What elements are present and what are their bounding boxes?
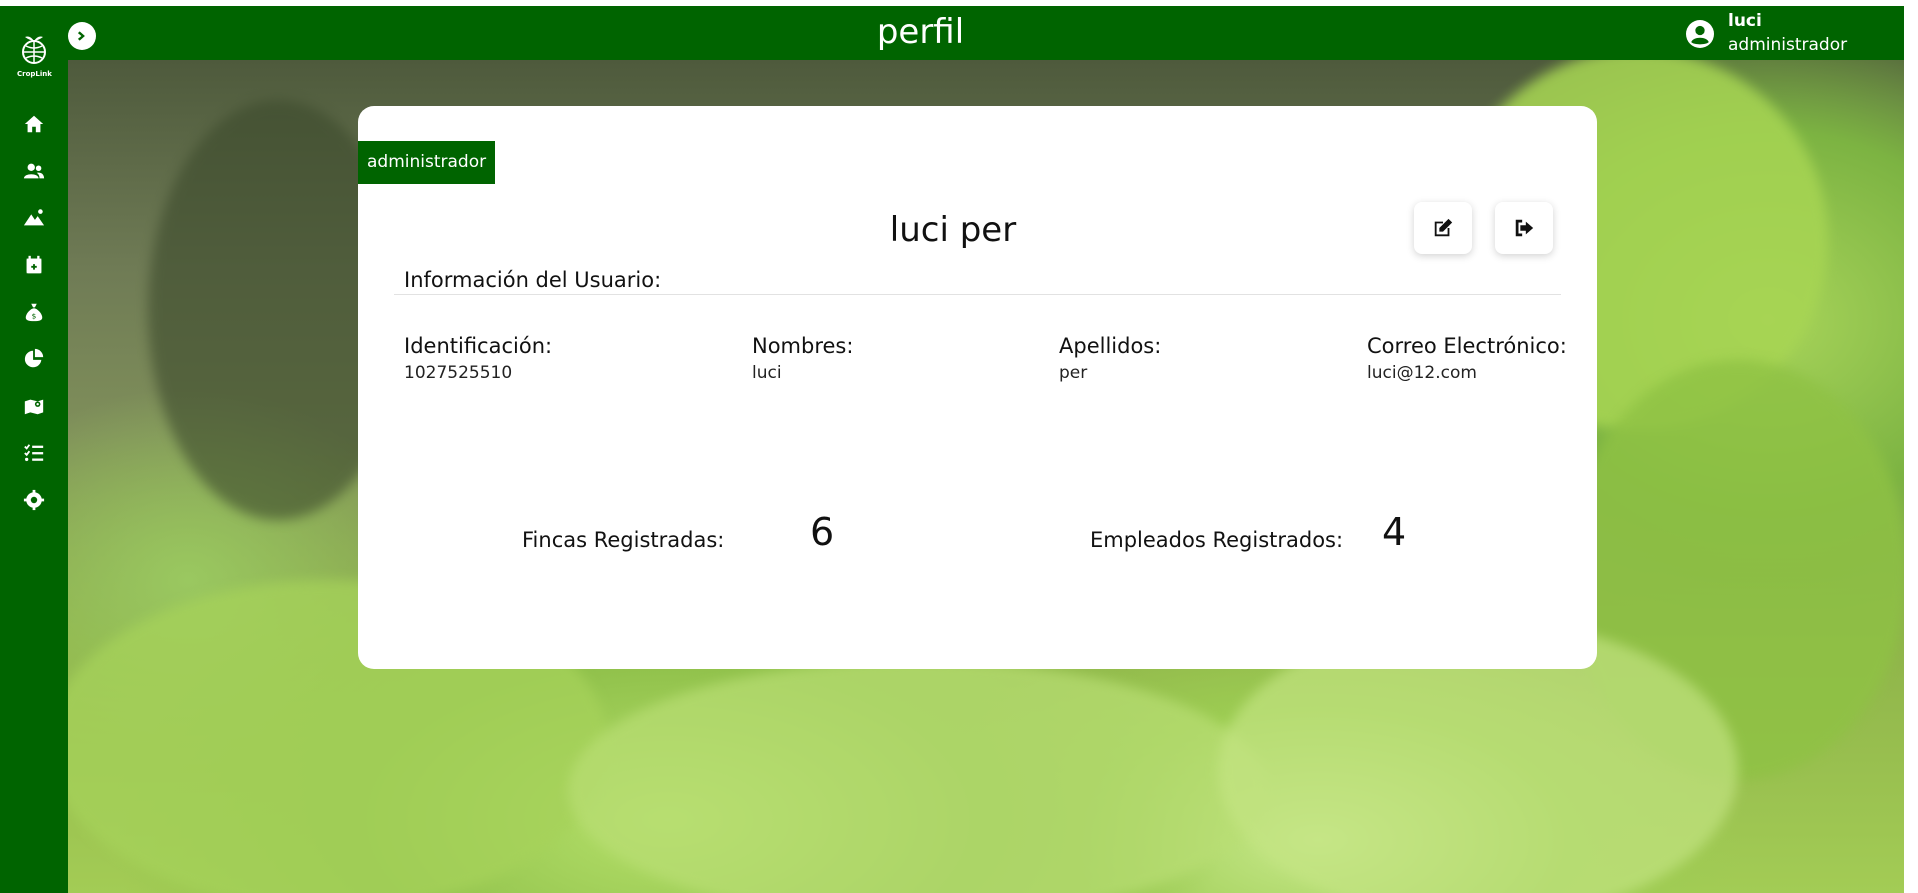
section-divider bbox=[394, 294, 1561, 295]
home-icon bbox=[24, 115, 44, 133]
app-root: CropLink $ perfil luci administrador adm… bbox=[0, 6, 1904, 893]
pie-chart-icon bbox=[24, 348, 44, 368]
calendar-plus-icon bbox=[26, 255, 42, 274]
field-value: luci@12.com bbox=[1367, 363, 1477, 383]
profile-card: administrador luci per Información del U… bbox=[358, 106, 1597, 669]
profile-full-name: luci per bbox=[889, 210, 1017, 250]
header-user-name: luci bbox=[1728, 11, 1762, 31]
stat-employees-label: Empleados Registrados: bbox=[1090, 528, 1344, 552]
field-email: Correo Electrónico: luci@12.com bbox=[1367, 332, 1567, 386]
logout-icon bbox=[1515, 219, 1534, 237]
window-edge bbox=[1904, 0, 1918, 893]
sidebar-item-map[interactable] bbox=[0, 388, 68, 424]
croplink-logo[interactable]: CropLink bbox=[17, 34, 52, 82]
sidebar-item-settings[interactable] bbox=[0, 482, 68, 518]
gear-icon bbox=[23, 489, 45, 511]
sidebar-item-finances[interactable]: $ bbox=[0, 294, 68, 330]
sidebar: CropLink $ bbox=[0, 6, 68, 893]
svg-text:$: $ bbox=[32, 311, 37, 320]
users-icon bbox=[23, 163, 45, 179]
field-identification: Identificación: 1027525510 bbox=[404, 332, 552, 386]
field-label: Nombres: bbox=[752, 334, 854, 358]
field-value: luci bbox=[752, 363, 782, 383]
sidebar-item-terrains[interactable] bbox=[0, 200, 68, 236]
money-bag-icon: $ bbox=[25, 303, 43, 322]
task-list-icon bbox=[24, 444, 44, 462]
logo-text: CropLink bbox=[17, 70, 52, 78]
stat-farms-label: Fincas Registradas: bbox=[522, 528, 725, 552]
sidebar-item-home[interactable] bbox=[0, 106, 68, 142]
stat-farms-value: 6 bbox=[810, 510, 835, 554]
field-value: 1027525510 bbox=[404, 363, 513, 383]
user-circle-icon bbox=[1686, 20, 1714, 48]
map-icon bbox=[24, 399, 44, 415]
edit-profile-button[interactable] bbox=[1414, 202, 1472, 254]
user-menu[interactable]: luci administrador bbox=[1686, 10, 1847, 58]
field-label: Correo Electrónico: bbox=[1367, 334, 1567, 358]
role-badge: administrador bbox=[358, 141, 496, 184]
header-user-role: administrador bbox=[1728, 35, 1848, 55]
field-value: per bbox=[1059, 363, 1088, 383]
sidebar-item-tasks[interactable] bbox=[0, 435, 68, 471]
stat-employees-value: 4 bbox=[1382, 510, 1407, 554]
field-last-names: Apellidos: per bbox=[1059, 332, 1161, 386]
sidebar-item-reports[interactable] bbox=[0, 341, 68, 377]
page-title: perfil bbox=[876, 12, 965, 52]
top-header: perfil luci administrador bbox=[68, 6, 1904, 60]
mountain-icon bbox=[23, 209, 45, 226]
logout-button[interactable] bbox=[1495, 202, 1553, 254]
field-first-names: Nombres: luci bbox=[752, 332, 853, 386]
field-label: Apellidos: bbox=[1059, 334, 1162, 358]
sidebar-item-calendar[interactable] bbox=[0, 247, 68, 283]
sidebar-item-users[interactable] bbox=[0, 153, 68, 189]
edit-icon bbox=[1434, 218, 1453, 237]
section-title: Información del Usuario: bbox=[404, 268, 662, 292]
field-label: Identificación: bbox=[404, 334, 553, 358]
